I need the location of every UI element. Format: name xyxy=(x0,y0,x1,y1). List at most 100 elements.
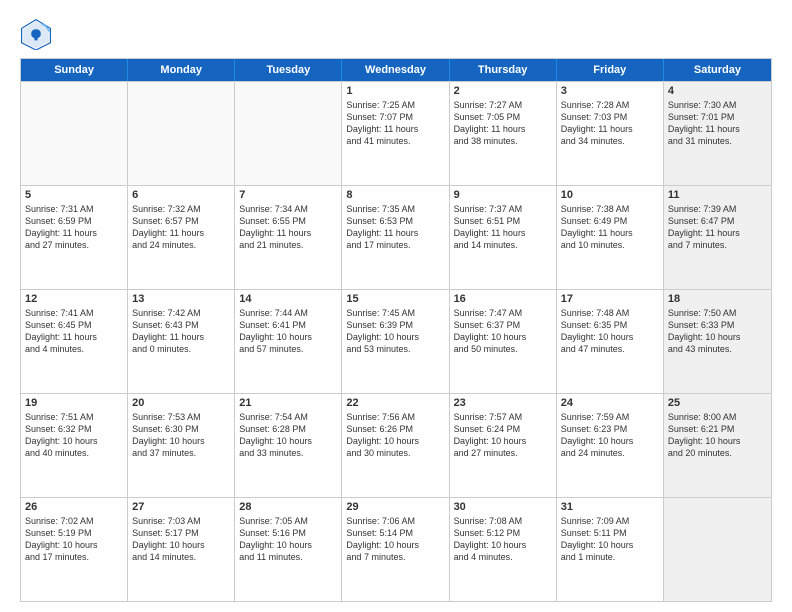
calendar-cell: 21 Sunrise: 7:54 AM Sunset: 6:28 PM Dayli… xyxy=(235,394,342,497)
calendar-header: SundayMondayTuesdayWednesdayThursdayFrid… xyxy=(21,59,771,81)
calendar-cell xyxy=(128,82,235,185)
day-info: Sunrise: 7:39 AM Sunset: 6:47 PM Dayligh… xyxy=(668,203,767,252)
calendar-cell: 15 Sunrise: 7:45 AM Sunset: 6:39 PM Dayli… xyxy=(342,290,449,393)
page: SundayMondayTuesdayWednesdayThursdayFrid… xyxy=(0,0,792,612)
day-info: Sunrise: 7:05 AM Sunset: 5:16 PM Dayligh… xyxy=(239,515,337,564)
calendar-cell: 20Sunrise: 7:53 AM Sunset: 6:30 PM Dayli… xyxy=(128,394,235,497)
day-info: Sunrise: 7:47 AM Sunset: 6:37 PM Dayligh… xyxy=(454,307,552,356)
calendar-cell: 14Sunrise: 7:44 AM Sunset: 6:41 PM Dayli… xyxy=(235,290,342,393)
day-info: Sunrise: 7:51 AM Sunset: 6:32 PM Dayligh… xyxy=(25,411,123,460)
calendar-cell: 28 Sunrise: 7:05 AM Sunset: 5:16 PM Dayli… xyxy=(235,498,342,601)
calendar-row-4: 26Sunrise: 7:02 AM Sunset: 5:19 PM Dayli… xyxy=(21,497,771,601)
day-info: Sunrise: 7:03 AM Sunset: 5:17 PM Dayligh… xyxy=(132,515,230,564)
calendar: SundayMondayTuesdayWednesdayThursdayFrid… xyxy=(20,58,772,602)
day-info: Sunrise: 7:37 AM Sunset: 6:51 PM Dayligh… xyxy=(454,203,552,252)
day-number: 6 xyxy=(132,189,230,201)
day-info: Sunrise: 7:53 AM Sunset: 6:30 PM Dayligh… xyxy=(132,411,230,460)
day-number: 2 xyxy=(454,85,552,97)
day-info: Sunrise: 7:32 AM Sunset: 6:57 PM Dayligh… xyxy=(132,203,230,252)
day-info: Sunrise: 7:54 AM Sunset: 6:28 PM Dayligh… xyxy=(239,411,337,460)
day-info: Sunrise: 7:34 AM Sunset: 6:55 PM Dayligh… xyxy=(239,203,337,252)
day-number: 7 xyxy=(239,189,337,201)
day-info: Sunrise: 7:30 AM Sunset: 7:01 PM Dayligh… xyxy=(668,99,767,148)
calendar-cell: 17Sunrise: 7:48 AM Sunset: 6:35 PM Dayli… xyxy=(557,290,664,393)
calendar-row-2: 12Sunrise: 7:41 AM Sunset: 6:45 PM Dayli… xyxy=(21,289,771,393)
day-info: Sunrise: 7:09 AM Sunset: 5:11 PM Dayligh… xyxy=(561,515,659,564)
day-info: Sunrise: 7:28 AM Sunset: 7:03 PM Dayligh… xyxy=(561,99,659,148)
calendar-cell: 27 Sunrise: 7:03 AM Sunset: 5:17 PM Dayli… xyxy=(128,498,235,601)
calendar-cell: 3 Sunrise: 7:28 AM Sunset: 7:03 PM Daylig… xyxy=(557,82,664,185)
day-number: 3 xyxy=(561,85,659,97)
calendar-cell: 31Sunrise: 7:09 AM Sunset: 5:11 PM Dayli… xyxy=(557,498,664,601)
day-number: 15 xyxy=(346,293,444,305)
header-day-sunday: Sunday xyxy=(21,59,128,81)
header-day-thursday: Thursday xyxy=(450,59,557,81)
day-number: 16 xyxy=(454,293,552,305)
calendar-row-1: 5 Sunrise: 7:31 AM Sunset: 6:59 PM Daylig… xyxy=(21,185,771,289)
day-info: Sunrise: 7:50 AM Sunset: 6:33 PM Dayligh… xyxy=(668,307,767,356)
day-number: 21 xyxy=(239,397,337,409)
calendar-cell: 2 Sunrise: 7:27 AM Sunset: 7:05 PM Daylig… xyxy=(450,82,557,185)
calendar-cell xyxy=(235,82,342,185)
header-day-friday: Friday xyxy=(557,59,664,81)
day-number: 10 xyxy=(561,189,659,201)
calendar-cell xyxy=(664,498,771,601)
day-number: 14 xyxy=(239,293,337,305)
calendar-row-0: 1Sunrise: 7:25 AM Sunset: 7:07 PM Daylig… xyxy=(21,81,771,185)
calendar-cell: 5 Sunrise: 7:31 AM Sunset: 6:59 PM Daylig… xyxy=(21,186,128,289)
day-number: 25 xyxy=(668,397,767,409)
day-info: Sunrise: 8:00 AM Sunset: 6:21 PM Dayligh… xyxy=(668,411,767,460)
calendar-row-3: 19 Sunrise: 7:51 AM Sunset: 6:32 PM Dayli… xyxy=(21,393,771,497)
day-number: 29 xyxy=(346,501,444,513)
calendar-cell: 26Sunrise: 7:02 AM Sunset: 5:19 PM Dayli… xyxy=(21,498,128,601)
header xyxy=(20,18,772,50)
calendar-cell: 4Sunrise: 7:30 AM Sunset: 7:01 PM Daylig… xyxy=(664,82,771,185)
header-day-wednesday: Wednesday xyxy=(342,59,449,81)
day-number: 12 xyxy=(25,293,123,305)
calendar-cell: 18 Sunrise: 7:50 AM Sunset: 6:33 PM Dayli… xyxy=(664,290,771,393)
header-day-saturday: Saturday xyxy=(664,59,771,81)
day-info: Sunrise: 7:48 AM Sunset: 6:35 PM Dayligh… xyxy=(561,307,659,356)
day-number: 5 xyxy=(25,189,123,201)
day-info: Sunrise: 7:35 AM Sunset: 6:53 PM Dayligh… xyxy=(346,203,444,252)
logo-icon xyxy=(20,18,52,50)
day-info: Sunrise: 7:59 AM Sunset: 6:23 PM Dayligh… xyxy=(561,411,659,460)
day-info: Sunrise: 7:57 AM Sunset: 6:24 PM Dayligh… xyxy=(454,411,552,460)
calendar-cell: 9Sunrise: 7:37 AM Sunset: 6:51 PM Daylig… xyxy=(450,186,557,289)
header-day-tuesday: Tuesday xyxy=(235,59,342,81)
calendar-cell: 6 Sunrise: 7:32 AM Sunset: 6:57 PM Daylig… xyxy=(128,186,235,289)
calendar-cell: 11 Sunrise: 7:39 AM Sunset: 6:47 PM Dayli… xyxy=(664,186,771,289)
calendar-cell: 25 Sunrise: 8:00 AM Sunset: 6:21 PM Dayli… xyxy=(664,394,771,497)
day-number: 22 xyxy=(346,397,444,409)
day-number: 28 xyxy=(239,501,337,513)
logo xyxy=(20,18,56,50)
calendar-cell: 13Sunrise: 7:42 AM Sunset: 6:43 PM Dayli… xyxy=(128,290,235,393)
day-info: Sunrise: 7:45 AM Sunset: 6:39 PM Dayligh… xyxy=(346,307,444,356)
day-number: 18 xyxy=(668,293,767,305)
day-info: Sunrise: 7:25 AM Sunset: 7:07 PM Dayligh… xyxy=(346,99,444,148)
day-info: Sunrise: 7:08 AM Sunset: 5:12 PM Dayligh… xyxy=(454,515,552,564)
day-info: Sunrise: 7:42 AM Sunset: 6:43 PM Dayligh… xyxy=(132,307,230,356)
calendar-cell: 8 Sunrise: 7:35 AM Sunset: 6:53 PM Daylig… xyxy=(342,186,449,289)
day-number: 30 xyxy=(454,501,552,513)
calendar-cell: 29 Sunrise: 7:06 AM Sunset: 5:14 PM Dayli… xyxy=(342,498,449,601)
day-number: 11 xyxy=(668,189,767,201)
calendar-cell: 30 Sunrise: 7:08 AM Sunset: 5:12 PM Dayli… xyxy=(450,498,557,601)
calendar-cell: 23 Sunrise: 7:57 AM Sunset: 6:24 PM Dayli… xyxy=(450,394,557,497)
header-day-monday: Monday xyxy=(128,59,235,81)
calendar-body: 1Sunrise: 7:25 AM Sunset: 7:07 PM Daylig… xyxy=(21,81,771,601)
calendar-cell: 24 Sunrise: 7:59 AM Sunset: 6:23 PM Dayli… xyxy=(557,394,664,497)
day-number: 26 xyxy=(25,501,123,513)
day-number: 23 xyxy=(454,397,552,409)
day-info: Sunrise: 7:27 AM Sunset: 7:05 PM Dayligh… xyxy=(454,99,552,148)
day-info: Sunrise: 7:06 AM Sunset: 5:14 PM Dayligh… xyxy=(346,515,444,564)
day-info: Sunrise: 7:38 AM Sunset: 6:49 PM Dayligh… xyxy=(561,203,659,252)
day-number: 19 xyxy=(25,397,123,409)
day-info: Sunrise: 7:31 AM Sunset: 6:59 PM Dayligh… xyxy=(25,203,123,252)
day-number: 8 xyxy=(346,189,444,201)
day-number: 24 xyxy=(561,397,659,409)
day-number: 27 xyxy=(132,501,230,513)
calendar-cell: 10 Sunrise: 7:38 AM Sunset: 6:49 PM Dayli… xyxy=(557,186,664,289)
calendar-cell: 1Sunrise: 7:25 AM Sunset: 7:07 PM Daylig… xyxy=(342,82,449,185)
calendar-cell: 16 Sunrise: 7:47 AM Sunset: 6:37 PM Dayli… xyxy=(450,290,557,393)
